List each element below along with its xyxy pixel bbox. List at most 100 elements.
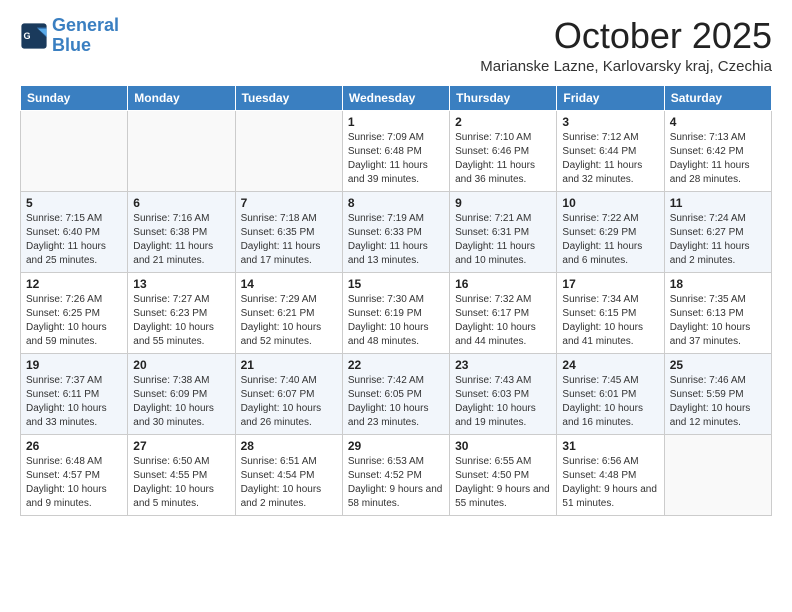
day-info: Sunrise: 7:15 AMSunset: 6:40 PMDaylight:… [26, 212, 122, 268]
day-number: 5 [26, 196, 122, 210]
calendar-weekday-header: Saturday [664, 85, 771, 110]
day-info: Sunrise: 7:21 AMSunset: 6:31 PMDaylight:… [455, 212, 551, 268]
calendar-week-row: 26 Sunrise: 6:48 AMSunset: 4:57 PMDayligh… [21, 434, 772, 515]
day-info: Sunrise: 7:12 AMSunset: 6:44 PMDaylight:… [562, 131, 658, 187]
logo-text: General Blue [52, 16, 119, 56]
day-info: Sunrise: 6:56 AMSunset: 4:48 PMDaylight:… [562, 455, 658, 511]
calendar-weekday-header: Monday [128, 85, 235, 110]
day-info: Sunrise: 7:34 AMSunset: 6:15 PMDaylight:… [562, 293, 658, 349]
calendar-cell: 31 Sunrise: 6:56 AMSunset: 4:48 PMDayligh… [557, 434, 664, 515]
svg-text:G: G [24, 31, 31, 41]
day-info: Sunrise: 7:29 AMSunset: 6:21 PMDaylight:… [241, 293, 337, 349]
day-number: 22 [348, 358, 444, 372]
day-number: 2 [455, 115, 551, 129]
day-number: 17 [562, 277, 658, 291]
day-number: 31 [562, 439, 658, 453]
calendar-cell: 20 Sunrise: 7:38 AMSunset: 6:09 PMDayligh… [128, 353, 235, 434]
calendar-cell: 29Sunrise: 6:53 AMSunset: 4:52 PMDayligh… [342, 434, 449, 515]
day-info: Sunrise: 7:27 AMSunset: 6:23 PMDaylight:… [133, 293, 229, 349]
day-info: Sunrise: 6:51 AMSunset: 4:54 PMDaylight:… [241, 455, 337, 511]
day-info: Sunrise: 7:30 AMSunset: 6:19 PMDaylight:… [348, 293, 444, 349]
calendar-cell: 30 Sunrise: 6:55 AMSunset: 4:50 PMDayligh… [450, 434, 557, 515]
calendar-cell: 14 Sunrise: 7:29 AMSunset: 6:21 PMDayligh… [235, 272, 342, 353]
day-number: 14 [241, 277, 337, 291]
day-number: 23 [455, 358, 551, 372]
day-number: 18 [670, 277, 766, 291]
logo-icon: G [20, 22, 48, 50]
day-info: Sunrise: 7:22 AMSunset: 6:29 PMDaylight:… [562, 212, 658, 268]
calendar-cell [128, 110, 235, 191]
calendar-cell: 22Sunrise: 7:42 AMSunset: 6:05 PMDayligh… [342, 353, 449, 434]
calendar-cell [21, 110, 128, 191]
calendar-cell: 8Sunrise: 7:19 AMSunset: 6:33 PMDaylight… [342, 191, 449, 272]
calendar-cell: 21Sunrise: 7:40 AMSunset: 6:07 PMDayligh… [235, 353, 342, 434]
day-info: Sunrise: 7:18 AMSunset: 6:35 PMDaylight:… [241, 212, 337, 268]
day-info: Sunrise: 7:13 AMSunset: 6:42 PMDaylight:… [670, 131, 766, 187]
calendar-week-row: 1 Sunrise: 7:09 AMSunset: 6:48 PMDaylight… [21, 110, 772, 191]
day-info: Sunrise: 7:16 AMSunset: 6:38 PMDaylight:… [133, 212, 229, 268]
calendar-cell [664, 434, 771, 515]
day-number: 30 [455, 439, 551, 453]
calendar-cell: 25Sunrise: 7:46 AMSunset: 5:59 PMDayligh… [664, 353, 771, 434]
title-block: October 2025 Marianske Lazne, Karlovarsk… [480, 16, 772, 75]
calendar-cell: 10Sunrise: 7:22 AMSunset: 6:29 PMDayligh… [557, 191, 664, 272]
calendar-weekday-header: Thursday [450, 85, 557, 110]
calendar-header-row: SundayMondayTuesdayWednesdayThursdayFrid… [21, 85, 772, 110]
calendar-cell: 27 Sunrise: 6:50 AMSunset: 4:55 PMDayligh… [128, 434, 235, 515]
day-info: Sunrise: 7:40 AMSunset: 6:07 PMDaylight:… [241, 374, 337, 430]
month-title: October 2025 [480, 16, 772, 56]
day-number: 7 [241, 196, 337, 210]
calendar-cell: 11 Sunrise: 7:24 AMSunset: 6:27 PMDayligh… [664, 191, 771, 272]
day-info: Sunrise: 7:24 AMSunset: 6:27 PMDaylight:… [670, 212, 766, 268]
day-number: 6 [133, 196, 229, 210]
day-number: 4 [670, 115, 766, 129]
day-number: 26 [26, 439, 122, 453]
day-number: 24 [562, 358, 658, 372]
day-number: 20 [133, 358, 229, 372]
day-number: 13 [133, 277, 229, 291]
calendar-cell: 24Sunrise: 7:45 AMSunset: 6:01 PMDayligh… [557, 353, 664, 434]
day-number: 28 [241, 439, 337, 453]
calendar-cell: 3 Sunrise: 7:12 AMSunset: 6:44 PMDaylight… [557, 110, 664, 191]
calendar-cell: 4 Sunrise: 7:13 AMSunset: 6:42 PMDaylight… [664, 110, 771, 191]
logo-line1: General [52, 15, 119, 35]
calendar-cell: 7 Sunrise: 7:18 AMSunset: 6:35 PMDaylight… [235, 191, 342, 272]
day-info: Sunrise: 7:09 AMSunset: 6:48 PMDaylight:… [348, 131, 444, 187]
day-info: Sunrise: 7:26 AMSunset: 6:25 PMDaylight:… [26, 293, 122, 349]
calendar-weekday-header: Sunday [21, 85, 128, 110]
header: G General Blue October 2025 Marianske La… [20, 16, 772, 75]
calendar-weekday-header: Tuesday [235, 85, 342, 110]
calendar-cell: 9Sunrise: 7:21 AMSunset: 6:31 PMDaylight… [450, 191, 557, 272]
calendar-cell: 26 Sunrise: 6:48 AMSunset: 4:57 PMDayligh… [21, 434, 128, 515]
calendar-cell: 17 Sunrise: 7:34 AMSunset: 6:15 PMDayligh… [557, 272, 664, 353]
day-info: Sunrise: 6:48 AMSunset: 4:57 PMDaylight:… [26, 455, 122, 511]
day-info: Sunrise: 7:38 AMSunset: 6:09 PMDaylight:… [133, 374, 229, 430]
calendar-cell: 28 Sunrise: 6:51 AMSunset: 4:54 PMDayligh… [235, 434, 342, 515]
calendar-cell: 5 Sunrise: 7:15 AMSunset: 6:40 PMDaylight… [21, 191, 128, 272]
calendar-cell: 6 Sunrise: 7:16 AMSunset: 6:38 PMDaylight… [128, 191, 235, 272]
day-number: 8 [348, 196, 444, 210]
calendar-weekday-header: Wednesday [342, 85, 449, 110]
location-title: Marianske Lazne, Karlovarsky kraj, Czech… [480, 58, 772, 75]
day-number: 27 [133, 439, 229, 453]
day-info: Sunrise: 6:50 AMSunset: 4:55 PMDaylight:… [133, 455, 229, 511]
day-info: Sunrise: 7:43 AMSunset: 6:03 PMDaylight:… [455, 374, 551, 430]
day-info: Sunrise: 7:37 AMSunset: 6:11 PMDaylight:… [26, 374, 122, 430]
calendar-week-row: 12 Sunrise: 7:26 AMSunset: 6:25 PMDayligh… [21, 272, 772, 353]
day-number: 12 [26, 277, 122, 291]
day-number: 15 [348, 277, 444, 291]
day-number: 3 [562, 115, 658, 129]
day-info: Sunrise: 6:55 AMSunset: 4:50 PMDaylight:… [455, 455, 551, 511]
day-number: 1 [348, 115, 444, 129]
logo: G General Blue [20, 16, 119, 56]
calendar-cell: 15 Sunrise: 7:30 AMSunset: 6:19 PMDayligh… [342, 272, 449, 353]
day-number: 16 [455, 277, 551, 291]
page: G General Blue October 2025 Marianske La… [0, 0, 792, 612]
day-info: Sunrise: 7:32 AMSunset: 6:17 PMDaylight:… [455, 293, 551, 349]
calendar-cell [235, 110, 342, 191]
day-number: 29 [348, 439, 444, 453]
day-number: 11 [670, 196, 766, 210]
day-info: Sunrise: 7:46 AMSunset: 5:59 PMDaylight:… [670, 374, 766, 430]
calendar-cell: 16 Sunrise: 7:32 AMSunset: 6:17 PMDayligh… [450, 272, 557, 353]
calendar-cell: 19Sunrise: 7:37 AMSunset: 6:11 PMDayligh… [21, 353, 128, 434]
